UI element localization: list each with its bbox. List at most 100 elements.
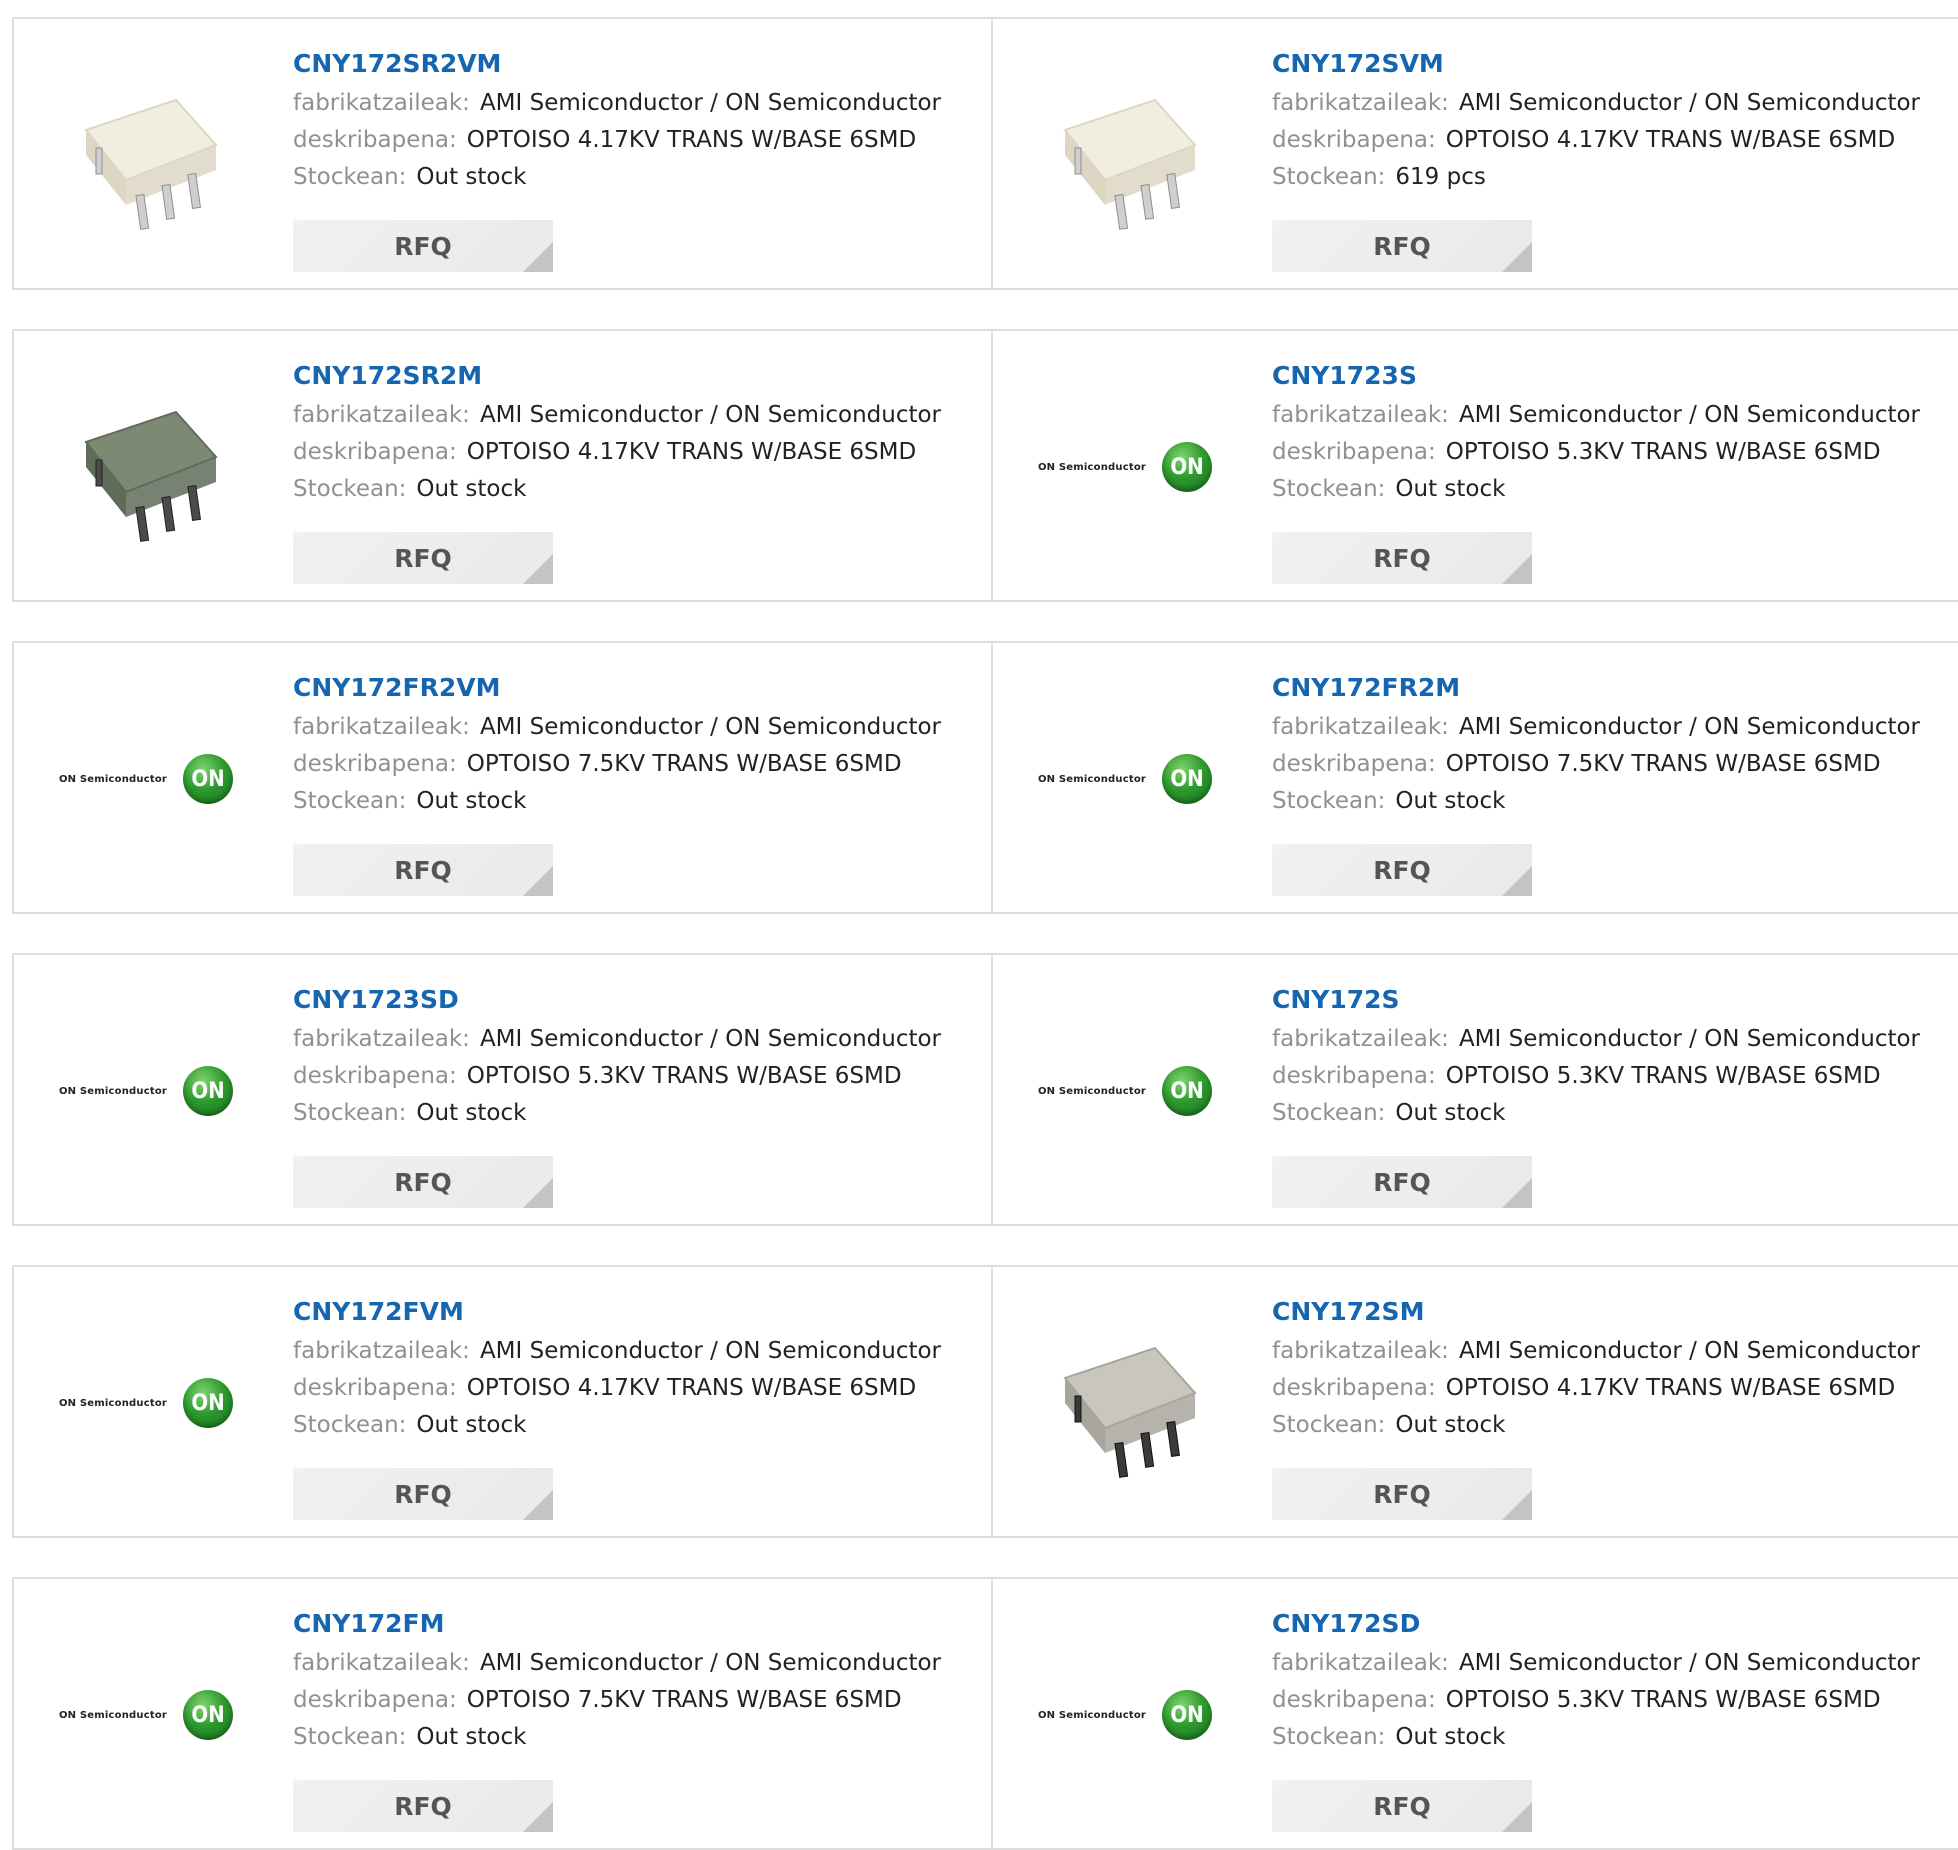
rfq-corner-icon (523, 1178, 553, 1208)
product-name-link[interactable]: CNY172SM (1272, 1297, 1958, 1327)
rfq-button[interactable]: RFQ (293, 1780, 553, 1832)
manufacturer-line: fabrikatzaileak: AMI Semiconductor / ON S… (1272, 1333, 1958, 1370)
rfq-button[interactable]: RFQ (1272, 1780, 1532, 1832)
rfq-button[interactable]: RFQ (1272, 1468, 1532, 1520)
manufacturer-line: fabrikatzaileak: AMI Semiconductor / ON S… (1272, 709, 1958, 746)
stock-line: Stockean: Out stock (1272, 1719, 1958, 1756)
product-thumbnail[interactable] (1025, 55, 1225, 255)
description-line: deskribapena: OPTOISO 7.5KV TRANS W/BASE … (293, 1682, 993, 1719)
product-name-link[interactable]: CNY172SR2VM (293, 49, 993, 79)
product-name-link[interactable]: CNY1723S (1272, 361, 1958, 391)
on-logo-mark: ON (1162, 442, 1213, 492)
product-thumbnail[interactable] (46, 367, 246, 567)
manufacturer-label: fabrikatzaileak: (293, 1338, 470, 1364)
manufacturer-value: AMI Semiconductor / ON Semiconductor (1458, 1338, 1921, 1364)
rfq-button[interactable]: RFQ (1272, 220, 1532, 272)
product-thumbnail[interactable]: ON Semiconductor ON (1025, 679, 1225, 879)
on-semiconductor-logo: ON Semiconductor ON (1038, 1066, 1213, 1116)
gray-smd-package-image (1035, 1318, 1215, 1488)
description-line: deskribapena: OPTOISO 4.17KV TRANS W/BASE… (293, 1370, 993, 1407)
product-card: ON Semiconductor ON CNY172FR2M fabrikatz… (991, 643, 1958, 912)
description-label: deskribapena: (1272, 1063, 1436, 1089)
manufacturer-value: AMI Semiconductor / ON Semiconductor (1458, 90, 1921, 116)
rfq-corner-icon (523, 242, 553, 272)
manufacturer-value: AMI Semiconductor / ON Semiconductor (479, 714, 942, 740)
product-name-link[interactable]: CNY172FVM (293, 1297, 993, 1327)
product-thumbnail[interactable]: ON Semiconductor ON (46, 991, 246, 1191)
manufacturer-value: AMI Semiconductor / ON Semiconductor (1458, 402, 1921, 428)
stock-line: Stockean: Out stock (293, 1719, 993, 1756)
manufacturer-line: fabrikatzaileak: AMI Semiconductor / ON S… (293, 85, 993, 122)
product-name-link[interactable]: CNY172FM (293, 1609, 993, 1639)
product-row: ON Semiconductor ON CNY172FM fabrikatzai… (12, 1577, 1958, 1850)
rfq-corner-icon (523, 866, 553, 896)
product-card: CNY172SM fabrikatzaileak: AMI Semiconduct… (991, 1267, 1958, 1536)
product-row: CNY172SR2VM fabrikatzaileak: AMI Semicond… (12, 17, 1958, 290)
product-card: ON Semiconductor ON CNY1723S fabrikatzai… (991, 331, 1958, 600)
product-name-link[interactable]: CNY172FR2VM (293, 673, 993, 703)
description-value: OPTOISO 7.5KV TRANS W/BASE 6SMD (466, 751, 902, 777)
product-thumbnail[interactable]: ON Semiconductor ON (46, 679, 246, 879)
stock-value: Out stock (416, 164, 527, 190)
rfq-button[interactable]: RFQ (293, 844, 553, 896)
description-label: deskribapena: (1272, 439, 1436, 465)
rfq-button[interactable]: RFQ (293, 1468, 553, 1520)
stock-label: Stockean: (293, 1724, 407, 1750)
rfq-button[interactable]: RFQ (293, 220, 553, 272)
on-logo-mark: ON (183, 1378, 234, 1428)
stock-value: Out stock (1395, 788, 1506, 814)
stock-label: Stockean: (293, 1100, 407, 1126)
stock-line: Stockean: Out stock (1272, 1407, 1958, 1444)
rfq-corner-icon (523, 1802, 553, 1832)
product-thumbnail[interactable]: ON Semiconductor ON (1025, 367, 1225, 567)
product-name-link[interactable]: CNY172SD (1272, 1609, 1958, 1639)
rfq-button[interactable]: RFQ (293, 532, 553, 584)
on-semiconductor-logo: ON Semiconductor ON (1038, 754, 1213, 804)
stock-value: Out stock (1395, 476, 1506, 502)
product-thumbnail[interactable] (1025, 1303, 1225, 1503)
rfq-button-label: RFQ (1373, 1167, 1431, 1197)
product-info: CNY172SR2M fabrikatzaileak: AMI Semicondu… (293, 361, 993, 508)
product-row: ON Semiconductor ON CNY172FR2VM fabrikat… (12, 641, 1958, 914)
description-label: deskribapena: (293, 439, 457, 465)
product-row: CNY172SR2M fabrikatzaileak: AMI Semicondu… (12, 329, 1958, 602)
rfq-button-label: RFQ (394, 543, 452, 573)
description-line: deskribapena: OPTOISO 4.17KV TRANS W/BASE… (1272, 122, 1958, 159)
on-semiconductor-wordmark: ON Semiconductor (58, 1397, 168, 1409)
stock-line: Stockean: Out stock (293, 1095, 993, 1132)
stock-value: Out stock (416, 1724, 527, 1750)
rfq-button[interactable]: RFQ (293, 1156, 553, 1208)
product-name-link[interactable]: CNY172S (1272, 985, 1958, 1015)
product-card: CNY172SVM fabrikatzaileak: AMI Semiconduc… (991, 19, 1958, 288)
product-name-link[interactable]: CNY172FR2M (1272, 673, 1958, 703)
description-value: OPTOISO 4.17KV TRANS W/BASE 6SMD (466, 439, 917, 465)
stock-label: Stockean: (293, 788, 407, 814)
rfq-button[interactable]: RFQ (1272, 1156, 1532, 1208)
product-name-link[interactable]: CNY172SVM (1272, 49, 1958, 79)
white-smd-package-image (1035, 70, 1215, 240)
rfq-corner-icon (1502, 1802, 1532, 1832)
on-semiconductor-logo: ON Semiconductor ON (1038, 1690, 1213, 1740)
product-name-link[interactable]: CNY1723SD (293, 985, 993, 1015)
description-line: deskribapena: OPTOISO 7.5KV TRANS W/BASE … (1272, 746, 1958, 783)
product-info: CNY172FM fabrikatzaileak: AMI Semiconduct… (293, 1609, 993, 1756)
rfq-corner-icon (1502, 1490, 1532, 1520)
rfq-button[interactable]: RFQ (1272, 532, 1532, 584)
product-info: CNY172FVM fabrikatzaileak: AMI Semiconduc… (293, 1297, 993, 1444)
product-thumbnail[interactable] (46, 55, 246, 255)
stock-value: Out stock (1395, 1100, 1506, 1126)
product-thumbnail[interactable]: ON Semiconductor ON (46, 1615, 246, 1815)
product-name-link[interactable]: CNY172SR2M (293, 361, 993, 391)
description-label: deskribapena: (293, 127, 457, 153)
green-smd-package-image (56, 382, 236, 552)
rfq-button-label: RFQ (1373, 543, 1431, 573)
rfq-button[interactable]: RFQ (1272, 844, 1532, 896)
on-semiconductor-logo: ON Semiconductor ON (59, 1066, 234, 1116)
manufacturer-label: fabrikatzaileak: (293, 90, 470, 116)
product-thumbnail[interactable]: ON Semiconductor ON (1025, 1615, 1225, 1815)
stock-value: Out stock (1395, 1724, 1506, 1750)
stock-line: Stockean: 619 pcs (1272, 159, 1958, 196)
product-thumbnail[interactable]: ON Semiconductor ON (46, 1303, 246, 1503)
manufacturer-line: fabrikatzaileak: AMI Semiconductor / ON S… (293, 397, 993, 434)
product-thumbnail[interactable]: ON Semiconductor ON (1025, 991, 1225, 1191)
